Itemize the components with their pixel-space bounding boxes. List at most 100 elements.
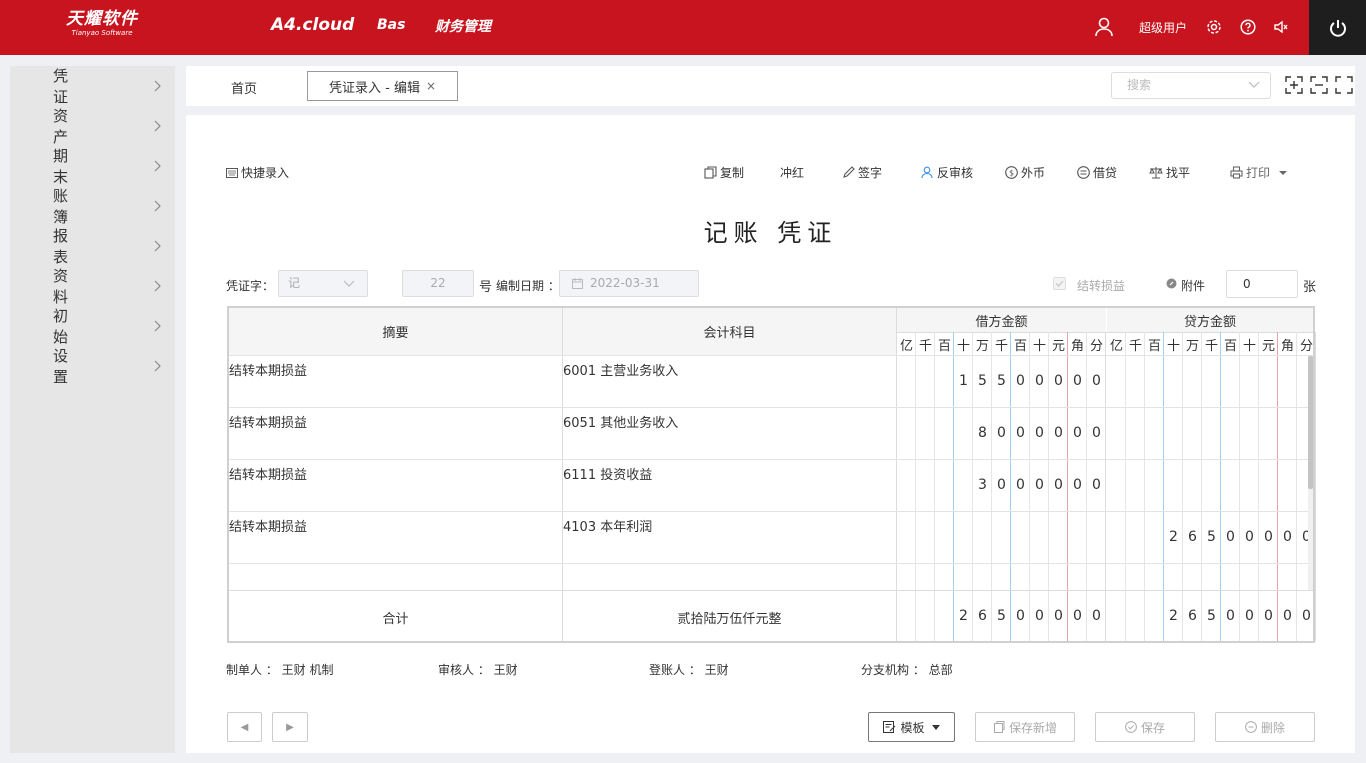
credit-digit: 6 bbox=[1188, 529, 1197, 545]
copy-button[interactable]: 复制 bbox=[704, 164, 744, 181]
unaudit-button[interactable]: 反审核 bbox=[921, 164, 973, 181]
debit-digit: 0 bbox=[1035, 477, 1044, 493]
total-debit-digit: 0 bbox=[1016, 608, 1025, 624]
total-debit-digit: 0 bbox=[1054, 608, 1063, 624]
swap-icon bbox=[1077, 166, 1090, 179]
balance-button[interactable]: 找平 bbox=[1149, 164, 1190, 181]
debit-digit-header: 千 bbox=[918, 339, 932, 354]
credit-digit: 5 bbox=[1207, 529, 1216, 545]
chevron-right-icon bbox=[154, 320, 161, 332]
print-button[interactable]: 打印 bbox=[1230, 164, 1288, 181]
debit-digit: 5 bbox=[978, 373, 987, 389]
keyboard-icon bbox=[226, 167, 238, 178]
template-button[interactable]: 模板 bbox=[868, 712, 955, 742]
row-account[interactable]: 4103 本年利润 bbox=[563, 516, 652, 535]
attachment-count-input[interactable]: 0 bbox=[1226, 270, 1298, 298]
scrollbar-thumb[interactable] bbox=[1308, 356, 1313, 489]
power-icon bbox=[1329, 19, 1346, 37]
next-button[interactable]: ▶ bbox=[272, 712, 308, 742]
debit-digit: 0 bbox=[1054, 425, 1063, 441]
quick-entry-button[interactable]: 快捷录入 bbox=[226, 164, 289, 181]
save-button[interactable]: 保存 bbox=[1095, 712, 1195, 742]
user-name[interactable]: 超级用户 bbox=[1139, 19, 1187, 36]
sign-button[interactable]: 签字 bbox=[842, 164, 882, 181]
calendar-icon bbox=[572, 278, 583, 289]
user-check-icon bbox=[921, 166, 933, 179]
help-icon[interactable] bbox=[1238, 17, 1258, 37]
chevron-right-icon bbox=[154, 160, 161, 172]
carry-checkbox[interactable] bbox=[1053, 277, 1066, 290]
sidebar-item-reports[interactable]: 报表 bbox=[10, 226, 175, 266]
debit-digit: 0 bbox=[1035, 373, 1044, 389]
svg-text:$: $ bbox=[1009, 169, 1014, 178]
zoom-in-icon[interactable] bbox=[1285, 76, 1303, 94]
credit-digit: 0 bbox=[1283, 529, 1292, 545]
foreign-currency-button[interactable]: $ 外币 bbox=[1005, 164, 1045, 181]
sidebar-item-period-end[interactable]: 期末 bbox=[10, 146, 175, 186]
voucher-table: 摘要 会计科目 借方金额 贷方金额 亿千百十万千百十元角分亿千百十万千百十元角分… bbox=[227, 306, 1316, 643]
debit-digit: 0 bbox=[1073, 477, 1082, 493]
fullscreen-icon[interactable] bbox=[1335, 76, 1353, 94]
foreign-label: 外币 bbox=[1021, 166, 1046, 180]
close-icon[interactable]: × bbox=[426, 79, 436, 93]
sidebar-item-settings[interactable]: 设置 bbox=[10, 346, 175, 386]
power-button[interactable] bbox=[1309, 0, 1366, 55]
row-account[interactable]: 6001 主营业务收入 bbox=[563, 360, 678, 379]
row-summary[interactable]: 结转本期损益 bbox=[229, 516, 307, 535]
debit-digit-header: 角 bbox=[1070, 339, 1084, 354]
sidebar-item-label: 账簿 bbox=[53, 187, 107, 226]
sidebar-item-ledger[interactable]: 账簿 bbox=[10, 186, 175, 226]
caret-down-icon bbox=[1279, 170, 1288, 175]
row-account[interactable]: 6051 其他业务收入 bbox=[563, 412, 678, 431]
template-icon bbox=[883, 721, 896, 733]
voucher-word-select[interactable]: 记 bbox=[278, 270, 368, 297]
save-new-label: 保存新增 bbox=[1008, 720, 1057, 735]
sidebar-item-assets[interactable]: 资产 bbox=[10, 106, 175, 146]
quick-entry-label: 快捷录入 bbox=[241, 166, 290, 180]
sidebar-item-init[interactable]: 初始 bbox=[10, 306, 175, 346]
date-label: 编制日期 ： bbox=[496, 279, 560, 293]
row-account[interactable]: 6111 投资收益 bbox=[563, 464, 652, 483]
prev-button[interactable]: ◀ bbox=[227, 712, 262, 742]
row-summary[interactable]: 结转本期损益 bbox=[229, 412, 307, 431]
total-debit-digit: 5 bbox=[997, 608, 1006, 624]
row-summary[interactable]: 结转本期损益 bbox=[229, 360, 307, 379]
zoom-out-icon[interactable] bbox=[1310, 76, 1328, 94]
total-credit-digit: 0 bbox=[1302, 608, 1311, 624]
template-label: 模板 bbox=[900, 720, 925, 735]
user-icon[interactable] bbox=[1094, 17, 1114, 37]
debit-credit-button[interactable]: 借贷 bbox=[1077, 164, 1117, 181]
check-circle-icon bbox=[1125, 721, 1137, 733]
debit-digit: 0 bbox=[1054, 477, 1063, 493]
debit-digit-header: 千 bbox=[994, 339, 1008, 354]
row-summary[interactable]: 结转本期损益 bbox=[229, 464, 307, 483]
sidebar-item-voucher[interactable]: 凭证 bbox=[10, 66, 175, 106]
speaker-icon[interactable] bbox=[1271, 17, 1291, 37]
balance-label: 找平 bbox=[1166, 166, 1191, 180]
red-reverse-button[interactable]: 冲红 bbox=[780, 164, 804, 181]
nav-bas[interactable]: Bas bbox=[377, 17, 405, 33]
delete-button[interactable]: 删除 bbox=[1215, 712, 1315, 742]
sidebar: 凭证 资产 期末 账簿 报表 资料 初始 设置 bbox=[10, 66, 175, 753]
delete-label: 删除 bbox=[1260, 720, 1285, 735]
voucher-number-input[interactable]: 22 bbox=[402, 270, 474, 297]
sidebar-item-label: 设置 bbox=[53, 347, 107, 386]
paperclip-icon bbox=[1166, 278, 1177, 289]
nav-a4cloud[interactable]: A4.cloud bbox=[271, 15, 354, 35]
nav-finance[interactable]: 财务管理 bbox=[435, 16, 491, 36]
debit-digit: 0 bbox=[1073, 373, 1082, 389]
debit-credit-label: 借贷 bbox=[1093, 166, 1118, 180]
tab-voucher-edit[interactable]: 凭证录入 - 编辑 × bbox=[307, 71, 458, 101]
save-new-button[interactable]: 保存新增 bbox=[975, 712, 1075, 742]
voucher-word-value: 记 bbox=[288, 276, 301, 290]
search-select[interactable]: 搜索 bbox=[1111, 72, 1271, 99]
red-reverse-label: 冲红 bbox=[780, 166, 805, 180]
header-credit: 贷方金额 bbox=[1107, 308, 1313, 332]
chevron-down-icon bbox=[1248, 81, 1260, 88]
date-input[interactable]: 2022-03-31 bbox=[559, 270, 699, 297]
gear-icon[interactable] bbox=[1204, 17, 1224, 37]
table-scrollbar[interactable] bbox=[1308, 356, 1313, 590]
save-new-icon bbox=[993, 721, 1005, 733]
sidebar-item-data[interactable]: 资料 bbox=[10, 266, 175, 306]
tab-home[interactable]: 首页 bbox=[231, 78, 257, 97]
